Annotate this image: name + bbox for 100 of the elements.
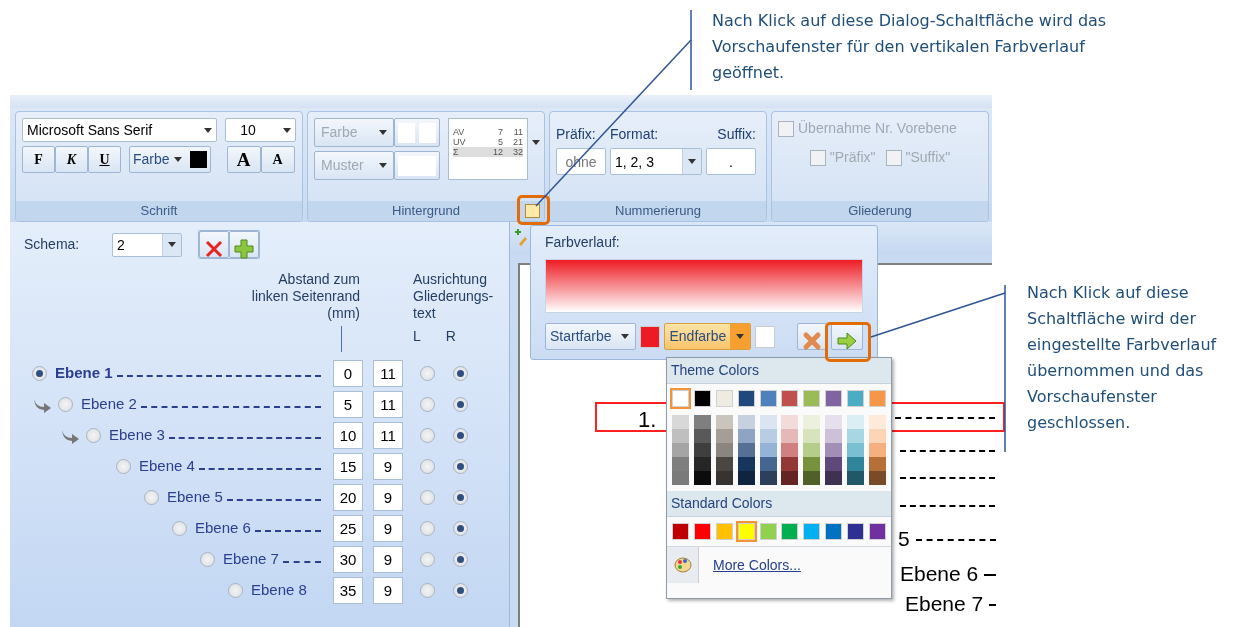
color-swatch[interactable] — [803, 429, 821, 443]
color-swatch[interactable] — [759, 429, 777, 443]
radio-button[interactable] — [228, 583, 243, 598]
radio-button[interactable] — [58, 397, 73, 412]
radio-button[interactable] — [453, 459, 468, 474]
color-swatch[interactable] — [715, 471, 733, 485]
apply-button[interactable] — [831, 323, 863, 350]
color-swatch[interactable] — [847, 443, 864, 457]
dialog-launcher-button[interactable] — [525, 204, 540, 218]
color-swatch[interactable] — [781, 429, 799, 443]
radio-button[interactable] — [453, 490, 468, 505]
color-swatch[interactable] — [672, 443, 689, 457]
color-swatch[interactable] — [672, 471, 689, 485]
value-field[interactable]: 9 — [373, 577, 403, 604]
radio-button[interactable] — [453, 428, 468, 443]
add-button[interactable] — [229, 231, 259, 258]
grow-font-button[interactable]: A — [226, 146, 261, 173]
color-swatch[interactable] — [759, 471, 777, 485]
color-swatch[interactable] — [847, 390, 864, 407]
radio-button[interactable] — [453, 366, 468, 381]
color-swatch[interactable] — [825, 390, 843, 407]
format-dropdown[interactable]: 1, 2, 3 — [610, 148, 702, 175]
color-swatch[interactable] — [759, 415, 777, 429]
radio-button[interactable] — [453, 583, 468, 598]
color-swatch[interactable] — [737, 429, 755, 443]
distance-field[interactable]: 35 — [333, 577, 363, 604]
color-swatch[interactable] — [715, 443, 733, 457]
distance-field[interactable]: 5 — [333, 391, 363, 418]
color-swatch[interactable] — [715, 429, 733, 443]
radio-button[interactable] — [420, 366, 435, 381]
radio-button[interactable] — [420, 397, 435, 412]
color-swatch[interactable] — [781, 523, 799, 540]
end-color-dropdown[interactable]: Endfarbe — [664, 323, 752, 350]
radio-button[interactable] — [420, 521, 435, 536]
color-swatch[interactable] — [847, 415, 864, 429]
radio-button[interactable] — [144, 490, 159, 505]
value-field[interactable]: 9 — [373, 484, 403, 511]
color-swatch[interactable] — [737, 523, 755, 540]
color-swatch[interactable] — [781, 415, 799, 429]
color-swatch[interactable] — [825, 415, 843, 429]
color-swatch[interactable] — [868, 471, 886, 485]
color-swatch[interactable] — [715, 523, 733, 540]
color-swatch[interactable] — [759, 523, 777, 540]
distance-field[interactable]: 20 — [333, 484, 363, 511]
radio-button[interactable] — [453, 552, 468, 567]
value-field[interactable]: 9 — [373, 546, 403, 573]
distance-field[interactable]: 30 — [333, 546, 363, 573]
color-swatch[interactable] — [803, 390, 821, 407]
underline-button[interactable]: U — [88, 146, 121, 173]
color-swatch[interactable] — [868, 415, 886, 429]
radio-button[interactable] — [420, 428, 435, 443]
color-swatch[interactable] — [672, 429, 689, 443]
color-swatch[interactable] — [825, 471, 843, 485]
color-swatch[interactable] — [693, 429, 711, 443]
color-swatch[interactable] — [693, 443, 711, 457]
color-swatch[interactable] — [868, 429, 886, 443]
color-swatch[interactable] — [737, 415, 755, 429]
color-swatch[interactable] — [847, 457, 864, 471]
color-swatch[interactable] — [693, 523, 711, 540]
color-swatch[interactable] — [715, 415, 733, 429]
radio-button[interactable] — [420, 552, 435, 567]
size-dropdown[interactable]: 10 — [225, 118, 296, 142]
value-field[interactable]: 11 — [373, 422, 403, 449]
radio-button[interactable] — [453, 397, 468, 412]
color-swatch[interactable] — [737, 390, 755, 407]
radio-button[interactable] — [420, 583, 435, 598]
shrink-font-button[interactable]: A — [260, 146, 295, 173]
font-color-button[interactable]: Farbe — [129, 146, 211, 173]
color-swatch[interactable] — [693, 390, 711, 407]
color-swatch[interactable] — [803, 523, 821, 540]
radio-button[interactable] — [86, 428, 101, 443]
color-swatch[interactable] — [737, 443, 755, 457]
color-swatch[interactable] — [672, 415, 689, 429]
radio-button[interactable] — [32, 366, 47, 381]
schema-dropdown[interactable]: 2 — [112, 232, 182, 257]
color-swatch[interactable] — [759, 443, 777, 457]
value-field[interactable]: 9 — [373, 515, 403, 542]
distance-field[interactable]: 0 — [333, 360, 363, 387]
color-swatch[interactable] — [781, 443, 799, 457]
radio-button[interactable] — [172, 521, 187, 536]
color-swatch[interactable] — [803, 443, 821, 457]
value-field[interactable]: 11 — [373, 391, 403, 418]
color-swatch[interactable] — [847, 471, 864, 485]
color-swatch[interactable] — [803, 471, 821, 485]
suffix-field[interactable]: . — [706, 148, 756, 175]
cancel-button[interactable] — [797, 323, 827, 350]
radio-button[interactable] — [116, 459, 131, 474]
color-swatch[interactable] — [781, 390, 799, 407]
color-swatch[interactable] — [825, 429, 843, 443]
color-swatch[interactable] — [759, 390, 777, 407]
distance-field[interactable]: 10 — [333, 422, 363, 449]
color-swatch[interactable] — [672, 390, 689, 407]
color-swatch[interactable] — [737, 457, 755, 471]
color-swatch[interactable] — [803, 415, 821, 429]
font-dropdown[interactable]: Microsoft Sans Serif — [22, 118, 218, 142]
color-swatch[interactable] — [715, 457, 733, 471]
radio-button[interactable] — [453, 521, 468, 536]
color-swatch[interactable] — [759, 457, 777, 471]
color-swatch[interactable] — [868, 390, 886, 407]
color-swatch[interactable] — [693, 471, 711, 485]
